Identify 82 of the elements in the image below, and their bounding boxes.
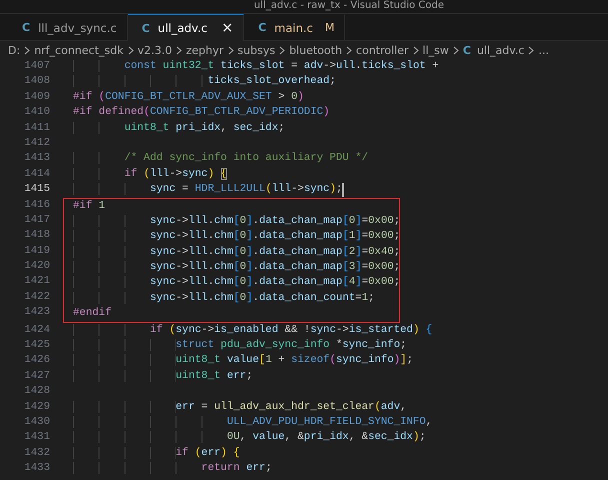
- line-number: 1417: [23, 212, 50, 228]
- code-line: #if defined(CONFIG_BT_CTLR_ADV_PERIODIC): [72, 105, 330, 120]
- chevron-right-icon: [345, 46, 354, 54]
- c-file-icon: C: [258, 21, 266, 34]
- breadcrumb-item[interactable]: nrf_connect_sdk: [34, 44, 124, 56]
- code-line: uint8_t err;: [63, 368, 253, 384]
- code-line: const uint32_t ticks_slot = adv->ull.ticks_slot +: [63, 59, 439, 74]
- line-number: 1431: [23, 430, 50, 446]
- line-number: 1425: [23, 338, 50, 354]
- line-number: 1423: [23, 305, 50, 320]
- chevron-right-icon: [23, 46, 32, 54]
- code-line: struct pdu_adv_sync_info *sync_info;: [63, 338, 407, 354]
- line-number: 1424: [23, 322, 50, 338]
- line-number: 1427: [23, 368, 50, 384]
- breadcrumb-item[interactable]: bluetooth: [289, 44, 342, 56]
- line-number: 1429: [23, 400, 50, 415]
- code-line: sync->lll.chm[0].data_chan_count=1;: [73, 290, 375, 306]
- c-file-icon: C: [462, 44, 471, 56]
- line-number: 1414: [23, 166, 50, 182]
- c-file-icon: C: [142, 22, 150, 34]
- breadcrumb-item[interactable]: v2.3.0: [138, 44, 172, 56]
- chevron-right-icon: [412, 46, 420, 54]
- line-number: 1430: [23, 414, 50, 430]
- line-number: 1419: [23, 244, 50, 259]
- code-line: #endif: [73, 306, 112, 322]
- chevron-right-icon: [175, 46, 183, 54]
- line-number: 1409: [23, 90, 50, 105]
- line-number: 1426: [23, 353, 50, 368]
- line-number: 1411: [23, 120, 50, 136]
- chevron-right-icon: [527, 46, 536, 54]
- code-line: sync->lll.chm[0].data_chan_map[3]=0x00;: [73, 260, 400, 276]
- breadcrumb-item[interactable]: ll_sw: [422, 44, 449, 56]
- chevron-right-icon: [278, 46, 286, 54]
- line-number: 1428: [23, 384, 50, 400]
- code-line: sync->lll.chm[0].data_chan_map[0]=0x00;: [73, 214, 400, 230]
- chevron-right-icon: [452, 46, 460, 54]
- code-line: uint8_t pri_idx, sec_idx;: [63, 120, 285, 136]
- code-line: sync = HDR_LLL2ULL(lll->sync);: [63, 182, 342, 198]
- breadcrumb-item[interactable]: subsys: [238, 44, 276, 56]
- line-number: 1412: [23, 136, 50, 151]
- tab-label: lll_adv_sync.c: [38, 20, 117, 34]
- code-line: 0U, value, &pri_idx, &sec_idx);: [63, 430, 426, 446]
- line-number: 1421: [23, 274, 50, 290]
- line-number: 1407: [23, 59, 50, 74]
- code-line: if (sync->is_enabled && !sync->is_started) {: [63, 322, 432, 338]
- line-number: 1410: [23, 105, 50, 120]
- window-title: ull_adv.c - raw_tx - Visual Studio Code: [252, 0, 446, 12]
- line-number: 1408: [23, 74, 50, 90]
- c-file-icon: C: [22, 21, 30, 34]
- code-line: uint8_t value[1 + sizeof(sync_info)];: [63, 353, 414, 369]
- line-number: 1416: [23, 198, 50, 213]
- breadcrumb-item[interactable]: ...: [538, 44, 549, 56]
- code-line: sync->lll.chm[0].data_chan_map[1]=0x00;: [73, 229, 400, 245]
- close-icon[interactable]: ×: [221, 20, 234, 36]
- editor-tab[interactable]: C ull_adv.c ×: [128, 14, 244, 41]
- breadcrumb-item[interactable]: zephyr: [186, 44, 224, 56]
- code-line: ULL_ADV_PDU_HDR_FIELD_SYNC_INFO,: [63, 414, 432, 430]
- line-number: 1420: [23, 259, 50, 274]
- text-cursor: [342, 183, 344, 198]
- breadcrumb-item[interactable]: controller: [356, 44, 409, 56]
- code-line: if (err) {: [63, 446, 240, 462]
- code-line: sync->lll.chm[0].data_chan_map[2]=0x40;: [73, 244, 400, 260]
- tab-label: main.c: [274, 20, 313, 34]
- modified-label: M: [324, 21, 334, 34]
- chevron-right-icon: [226, 46, 235, 54]
- line-number: 1413: [23, 151, 50, 166]
- chevron-right-icon: [126, 46, 134, 54]
- line-number: 1433: [23, 461, 50, 476]
- line-number: 1432: [23, 446, 50, 461]
- line-number: 1418: [23, 228, 50, 244]
- line-number: 1422: [23, 290, 50, 305]
- code-line: #if (CONFIG_BT_CTLR_ADV_AUX_SET > 0): [72, 90, 304, 105]
- code-line: ticks_slot_overhead;: [63, 74, 336, 90]
- code-line: /* Add sync_info into auxiliary PDU */: [63, 151, 368, 167]
- code-line: sync->lll.chm[0].data_chan_map[4]=0x00;: [73, 275, 400, 291]
- code-line: #if 1: [73, 198, 106, 214]
- tab-label: ull_adv.c: [158, 21, 208, 35]
- line-number: 1415: [23, 182, 50, 198]
- breadcrumb-item[interactable]: ull_adv.c: [476, 44, 524, 56]
- code-line: return err;: [63, 461, 272, 477]
- code-line: err = ull_adv_aux_hdr_set_clear(adv,: [63, 400, 407, 415]
- breadcrumb-item[interactable]: D:: [8, 44, 20, 56]
